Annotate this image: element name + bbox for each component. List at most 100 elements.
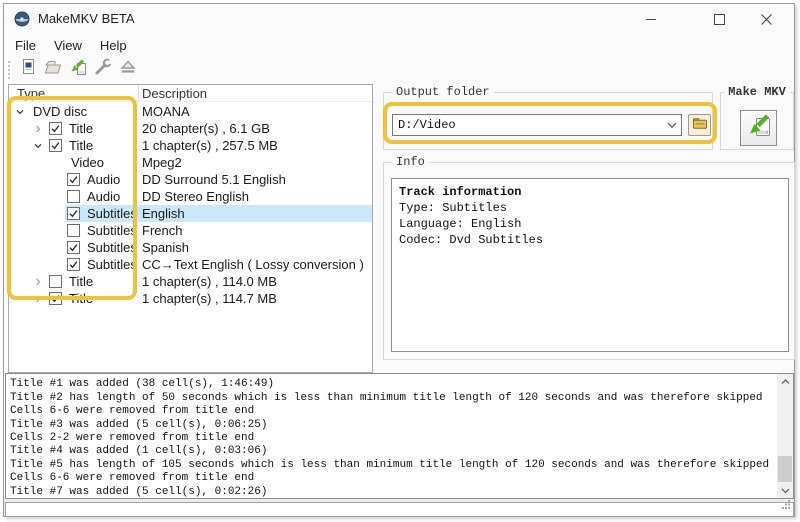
log-line: Cells 2-2 were removed from title end (10, 432, 255, 445)
menu-file[interactable]: File (12, 36, 45, 55)
tree-row[interactable]: Subtitles Spanish (9, 239, 372, 256)
expander-collapsed-icon[interactable] (33, 276, 49, 288)
log-scrollbar[interactable] (777, 374, 793, 498)
tree-description: 1 chapter(s) , 114.7 MB (142, 291, 277, 306)
tree-description: CC→Text English ( Lossy conversion ) (142, 257, 364, 272)
chevron-down-icon[interactable] (663, 122, 681, 129)
checkbox-checked[interactable] (67, 207, 80, 220)
tree-type-label: Title (69, 274, 94, 289)
tree-description: Spanish (142, 240, 189, 255)
expander-expanded-icon[interactable] (15, 106, 31, 118)
tree-type-label: Subtitles (87, 223, 137, 238)
expander-expanded-icon[interactable] (33, 140, 49, 152)
log-line: Title #3 was added (5 cell(s), 0:06:25) (10, 418, 268, 431)
save-to-mkv-button[interactable] (66, 59, 90, 81)
track-info-title: Track information (399, 185, 522, 199)
tree-description: DD Stereo English (142, 189, 249, 204)
checkbox-unchecked[interactable] (67, 224, 80, 237)
tree-row[interactable]: Title 20 chapter(s) , 6.1 GB (9, 120, 372, 137)
menu-help[interactable]: Help (97, 36, 136, 55)
tree-type-label: Audio (87, 172, 121, 187)
scroll-up-icon[interactable] (777, 374, 793, 389)
toolbar (4, 57, 794, 82)
make-mkv-group: Make MKV (720, 85, 794, 150)
tree-type-label: Subtitles (87, 206, 137, 221)
make-mkv-button[interactable] (740, 110, 777, 146)
output-folder-group: Output folder D:/Video (383, 85, 713, 150)
tree-row[interactable]: Subtitles CC→Text English ( Lossy convers… (9, 256, 372, 273)
close-button[interactable] (746, 4, 786, 34)
scrollbar-thumb[interactable] (778, 456, 792, 482)
checkbox-checked[interactable] (67, 258, 80, 271)
checkbox-unchecked[interactable] (67, 190, 80, 203)
tree-row[interactable]: Title 1 chapter(s) , 114.7 MB (9, 290, 372, 307)
eject-button[interactable] (116, 59, 140, 81)
log-panel: Cells 6-6 were removed from title endTit… (5, 373, 794, 499)
tree-type-label: Title (69, 291, 94, 306)
tree-type-label: DVD disc (33, 104, 88, 119)
checkbox-checked[interactable] (49, 122, 62, 135)
maximize-button[interactable] (699, 4, 739, 34)
log-line: Title #4 was added (1 cell(s), 0:03:06) (10, 445, 268, 458)
log-line: Title #2 has length of 50 seconds which … (10, 391, 763, 404)
tree-row[interactable]: DVD disc MOANA (9, 103, 372, 120)
log-line: Title #1 was added (38 cell(s), 1:46:49) (10, 378, 275, 391)
checkbox-checked[interactable] (49, 292, 62, 305)
track-info-line: Codec: Dvd Subtitles (399, 233, 544, 247)
checkbox-checked[interactable] (67, 173, 80, 186)
tree-row[interactable]: Title 1 chapter(s) , 257.5 MB (9, 137, 372, 154)
expander-collapsed-icon[interactable] (33, 293, 49, 305)
info-group: Info Track information Type: Subtitles La… (383, 155, 795, 360)
tree-description: 20 chapter(s) , 6.1 GB (142, 121, 270, 136)
checkbox-unchecked[interactable] (49, 275, 62, 288)
menu-view[interactable]: View (51, 36, 91, 55)
log-line: Title #5 has length of 105 seconds which… (10, 458, 770, 471)
make-mkv-label: Make MKV (724, 85, 790, 99)
tree-type-label: Audio (87, 189, 121, 204)
checkbox-checked[interactable] (67, 241, 80, 254)
resize-grip-icon[interactable] (782, 496, 791, 514)
minimize-button[interactable] (631, 4, 671, 34)
open-folder-icon (43, 57, 63, 82)
expander-collapsed-icon[interactable] (33, 123, 49, 135)
tree-type-label: Title (69, 138, 94, 153)
log-line: Title #7 was added (5 cell(s), 0:02:26) (10, 485, 268, 498)
tree-row[interactable]: Audio DD Stereo English (9, 188, 372, 205)
checkbox-checked[interactable] (49, 139, 62, 152)
tree-type-label: Video (71, 155, 105, 170)
window-title: MakeMKV BETA (38, 11, 135, 26)
wrench-icon (93, 57, 113, 82)
track-info-box: Track information Type: Subtitles Languag… (391, 178, 789, 352)
tree-row[interactable]: Subtitles French (9, 222, 372, 239)
tree-row[interactable]: Video Mpeg2 (9, 154, 372, 171)
title-bar[interactable]: MakeMKV BETA (4, 4, 794, 34)
toolbar-gripper[interactable] (8, 60, 11, 79)
track-info-lines: Type: Subtitles Language: English Codec: D… (399, 200, 781, 248)
browse-folder-button[interactable] (688, 114, 711, 136)
tree-row[interactable]: Audio DD Surround 5.1 English (9, 171, 372, 188)
output-folder-value: D:/Video (398, 118, 456, 132)
tree-description: English (142, 206, 185, 221)
backup-disc-button[interactable] (41, 59, 65, 81)
bottom-strip[interactable] (5, 500, 794, 517)
open-video-file-button[interactable] (16, 59, 40, 81)
tree-row[interactable]: Title 1 chapter(s) , 114.0 MB (9, 273, 372, 290)
makemkv-window: MakeMKV BETA File View Help Type Descrip… (3, 3, 795, 517)
tree-description: 1 chapter(s) , 114.0 MB (142, 274, 277, 289)
menubar: File View Help (4, 34, 794, 57)
output-folder-combobox[interactable]: D:/Video (392, 114, 682, 136)
tree-row[interactable]: Subtitles English (9, 205, 372, 222)
save-mkv-icon (744, 111, 774, 146)
settings-button[interactable] (91, 57, 115, 82)
log-text: Cells 6-6 were removed from title endTit… (10, 375, 775, 498)
tree-description: DD Surround 5.1 English (142, 172, 286, 187)
tree-type-label: Subtitles (87, 240, 137, 255)
tree-rows: DVD disc MOANA Title 20 chapter(s) , 6.1 GB… (9, 85, 372, 372)
